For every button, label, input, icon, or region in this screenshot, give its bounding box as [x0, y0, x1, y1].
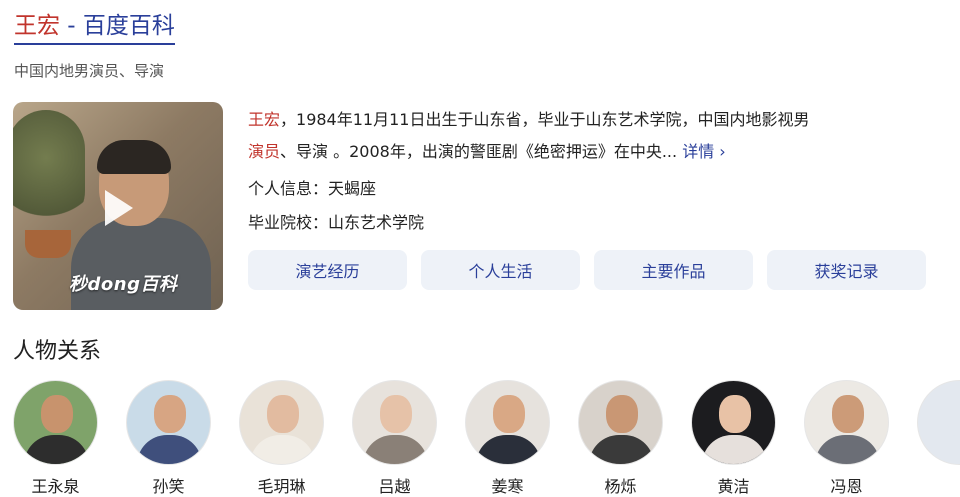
- relation-person-name[interactable]: 冯恩: [830, 473, 862, 497]
- summary-text-1: ，1984年11月11日出生于山东省，毕业于山东艺术学院，中国内地影视男: [280, 110, 810, 129]
- relation-person-name[interactable]: 孙笑: [152, 473, 184, 497]
- avatar[interactable]: [126, 380, 211, 465]
- relation-person[interactable]: [917, 380, 960, 497]
- video-thumbnail[interactable]: 秒dong百科: [13, 102, 223, 310]
- relations-list: 王永泉 孙笑 毛玥琳 吕越 姜寒 杨烁 黄洁 冯恩: [13, 380, 960, 497]
- relation-person[interactable]: 王永泉: [13, 380, 98, 497]
- summary-name-link[interactable]: 王宏: [248, 110, 280, 129]
- school-row: 毕业院校：山东艺术学院: [248, 209, 424, 233]
- relation-person[interactable]: 毛玥琳: [239, 380, 324, 497]
- summary-role-link[interactable]: 演员: [248, 142, 280, 161]
- section-tabs: 演艺经历 个人生活 主要作品 获奖记录: [248, 250, 926, 290]
- title-separator: -: [60, 13, 83, 39]
- relation-person[interactable]: 吕越: [352, 380, 437, 497]
- title-name[interactable]: 王宏: [14, 13, 60, 39]
- avatar[interactable]: [578, 380, 663, 465]
- school-value[interactable]: 山东艺术学院: [328, 213, 424, 232]
- subtitle: 中国内地男演员、导演: [14, 62, 165, 80]
- avatar[interactable]: [239, 380, 324, 465]
- avatar[interactable]: [691, 380, 776, 465]
- play-icon[interactable]: [105, 190, 133, 226]
- relation-person[interactable]: 黄洁: [691, 380, 776, 497]
- avatar[interactable]: [804, 380, 889, 465]
- relations-title: 人物关系: [13, 339, 102, 364]
- summary-text-2: 、导演 。2008年，出演的警匪剧《绝密押运》在中央...: [280, 142, 678, 161]
- relation-person-name[interactable]: 黄洁: [717, 473, 749, 497]
- relation-person-name[interactable]: 杨烁: [604, 473, 636, 497]
- zodiac-value: 天蝎座: [328, 179, 377, 198]
- zodiac-row: 个人信息：天蝎座: [248, 175, 376, 199]
- more-details-link[interactable]: 详情 ›: [682, 142, 726, 161]
- tab-career[interactable]: 演艺经历: [248, 250, 407, 290]
- page-title[interactable]: 王宏 - 百度百科: [14, 10, 175, 45]
- avatar[interactable]: [352, 380, 437, 465]
- avatar[interactable]: [917, 380, 960, 465]
- tab-awards[interactable]: 获奖记录: [767, 250, 926, 290]
- video-watermark: 秒dong百科: [69, 274, 178, 295]
- zodiac-label: 个人信息：: [248, 179, 329, 198]
- avatar[interactable]: [465, 380, 550, 465]
- chevron-right-icon: ›: [714, 142, 726, 161]
- relation-person[interactable]: 姜寒: [465, 380, 550, 497]
- school-label: 毕业院校：: [248, 213, 329, 232]
- relation-person[interactable]: 冯恩: [804, 380, 889, 497]
- relation-person[interactable]: 杨烁: [578, 380, 663, 497]
- relation-person-name[interactable]: 吕越: [378, 473, 410, 497]
- relation-person-name[interactable]: 王永泉: [31, 473, 79, 497]
- relation-person-name[interactable]: 毛玥琳: [257, 473, 305, 497]
- tab-personal-life[interactable]: 个人生活: [421, 250, 580, 290]
- tab-works[interactable]: 主要作品: [594, 250, 753, 290]
- relation-person[interactable]: 孙笑: [126, 380, 211, 497]
- relation-person-name[interactable]: 姜寒: [491, 473, 523, 497]
- title-site[interactable]: 百度百科: [83, 13, 175, 39]
- summary-text: 王宏，1984年11月11日出生于山东省，毕业于山东艺术学院，中国内地影视男 演…: [248, 104, 928, 168]
- pot-decoration: [25, 230, 71, 258]
- avatar[interactable]: [13, 380, 98, 465]
